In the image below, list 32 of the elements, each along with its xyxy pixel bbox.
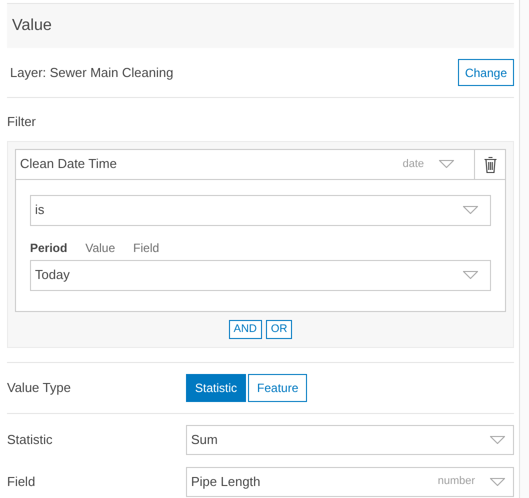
value-type-option[interactable]: Statistic bbox=[186, 374, 246, 402]
caret-icon bbox=[439, 160, 454, 168]
statistic-select[interactable]: Sum bbox=[186, 424, 514, 454]
scrollbar-track[interactable] bbox=[519, 0, 529, 498]
filter-label: Filter bbox=[7, 113, 37, 131]
select-value: Sum bbox=[191, 430, 218, 449]
value-type-label: Value Type bbox=[7, 378, 72, 397]
operator-select[interactable]: is bbox=[30, 194, 491, 226]
select-value: is bbox=[35, 201, 44, 220]
mode-tab[interactable]: Period bbox=[30, 240, 68, 256]
select-value: Pipe Length bbox=[191, 472, 260, 491]
value-type-option[interactable]: Feature bbox=[248, 374, 308, 402]
select-value: Clean Date Time bbox=[20, 155, 117, 174]
field-type-label: number bbox=[438, 474, 475, 490]
stat-field-select[interactable]: Pipe Length number bbox=[186, 466, 514, 496]
change-button[interactable]: Change bbox=[458, 59, 514, 86]
select-value: Today bbox=[35, 266, 70, 284]
statistic-label: Statistic bbox=[7, 430, 54, 449]
field-label: Field bbox=[7, 472, 36, 491]
trash-icon bbox=[484, 156, 496, 172]
logic-button[interactable]: AND bbox=[228, 320, 262, 338]
caret-icon bbox=[463, 206, 478, 214]
layer-label: Layer: Sewer Main Cleaning bbox=[10, 64, 174, 82]
panel-title: Value bbox=[12, 16, 52, 36]
logic-button[interactable]: OR bbox=[266, 320, 292, 338]
field-type-label: date bbox=[402, 156, 424, 172]
mode-tab[interactable]: Value bbox=[85, 240, 116, 256]
mode-tab[interactable]: Field bbox=[133, 240, 160, 256]
period-select[interactable]: Today bbox=[30, 260, 491, 290]
caret-icon bbox=[490, 436, 505, 444]
caret-icon bbox=[490, 478, 505, 486]
caret-icon bbox=[463, 271, 478, 279]
